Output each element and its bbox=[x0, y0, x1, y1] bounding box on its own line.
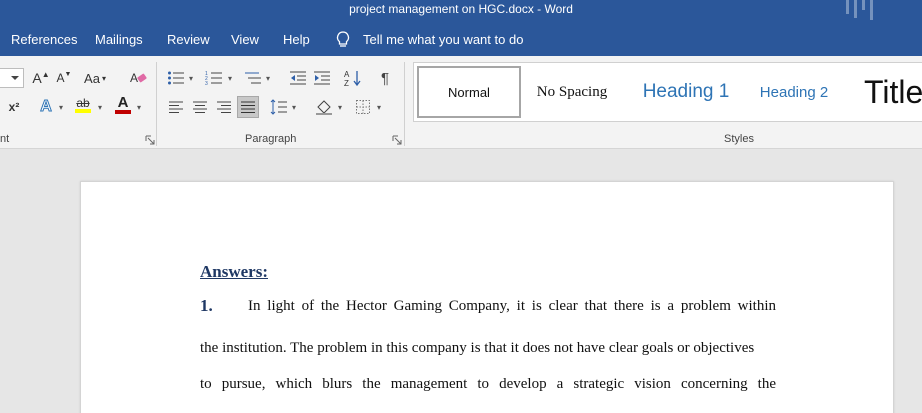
highlight-button[interactable]: ab bbox=[72, 94, 94, 116]
text-effects-button[interactable]: A bbox=[35, 96, 57, 118]
tell-me-search[interactable]: Tell me what you want to do bbox=[363, 32, 523, 47]
decrease-indent-button[interactable] bbox=[287, 67, 309, 89]
tab-review[interactable]: Review bbox=[167, 32, 210, 47]
line-spacing-button[interactable] bbox=[268, 96, 290, 118]
paragraph-dialog-launcher-icon[interactable] bbox=[392, 135, 402, 145]
style-normal[interactable]: Normal bbox=[417, 66, 521, 118]
svg-text:Z: Z bbox=[344, 79, 349, 87]
numbering-button[interactable]: 123 bbox=[203, 67, 225, 89]
shrink-font-button[interactable]: A ▼ bbox=[53, 67, 75, 89]
paragraph-line: In light of the Hector Gaming Company, i… bbox=[248, 298, 776, 314]
answers-heading: Answers: bbox=[200, 262, 268, 281]
superscript-button[interactable]: x² bbox=[3, 96, 25, 118]
numbering-icon: 123 bbox=[205, 71, 222, 86]
borders-icon bbox=[356, 100, 370, 114]
svg-text:3: 3 bbox=[205, 81, 208, 86]
align-right-icon bbox=[217, 101, 231, 113]
decrease-indent-icon bbox=[290, 71, 306, 85]
style-heading-1[interactable]: Heading 1 bbox=[636, 63, 736, 121]
sort-button[interactable]: AZ bbox=[342, 67, 364, 89]
document-page[interactable]: Answers: 1. In light of the Hector Gamin… bbox=[80, 181, 894, 413]
title-bar: project management on HGC.docx - Word bbox=[0, 0, 922, 22]
tab-view[interactable]: View bbox=[231, 32, 259, 47]
font-group-label: nt bbox=[0, 133, 10, 145]
align-left-button[interactable] bbox=[165, 96, 187, 118]
grow-font-button[interactable]: A ▲ bbox=[30, 67, 52, 89]
sort-icon: AZ bbox=[344, 70, 361, 87]
multilevel-list-dropdown[interactable]: ▾ bbox=[266, 75, 274, 83]
text-effects-dropdown[interactable]: ▾ bbox=[59, 104, 67, 112]
line-spacing-dropdown[interactable]: ▾ bbox=[292, 104, 300, 112]
font-dialog-launcher-icon[interactable] bbox=[145, 135, 155, 145]
lightbulb-icon[interactable] bbox=[335, 30, 351, 50]
paragraph-group-label: Paragraph bbox=[245, 133, 297, 145]
window-title: project management on HGC.docx - Word bbox=[349, 2, 573, 16]
style-no-spacing[interactable]: No Spacing bbox=[532, 63, 612, 121]
group-separator bbox=[404, 62, 405, 146]
question-number: 1. bbox=[200, 296, 213, 315]
word-window: project management on HGC.docx - Word Re… bbox=[0, 0, 922, 413]
font-size-dropdown[interactable] bbox=[0, 68, 24, 88]
bullets-button[interactable] bbox=[165, 67, 187, 89]
pilcrow-icon: ¶ bbox=[380, 69, 390, 87]
align-center-icon bbox=[193, 101, 207, 113]
multilevel-list-icon bbox=[245, 72, 261, 84]
bullets-dropdown[interactable]: ▾ bbox=[189, 75, 197, 83]
font-color-bar bbox=[115, 110, 131, 114]
tab-references[interactable]: References bbox=[11, 32, 77, 47]
show-formatting-marks-button[interactable]: ¶ bbox=[374, 67, 396, 89]
increase-indent-button[interactable] bbox=[311, 67, 333, 89]
style-heading-2[interactable]: Heading 2 bbox=[754, 63, 834, 121]
align-left-icon bbox=[169, 101, 183, 113]
borders-button[interactable] bbox=[352, 96, 374, 118]
bullets-icon bbox=[168, 71, 184, 85]
tab-help[interactable]: Help bbox=[283, 32, 310, 47]
highlight-color-bar bbox=[75, 109, 91, 113]
justify-icon bbox=[241, 101, 255, 113]
paragraph-line: to pursue, which blurs the management to… bbox=[200, 376, 776, 392]
line-spacing-icon bbox=[270, 99, 287, 115]
group-separator bbox=[156, 62, 157, 146]
font-color-dropdown[interactable]: ▾ bbox=[137, 104, 145, 112]
ribbon: A ▲ A ▼ Aa ▾ A x² A ▾ ab ▾ A ▾ nt ▾ 1 2 … bbox=[0, 56, 922, 149]
font-color-button[interactable]: A bbox=[112, 94, 134, 116]
paragraph-line: the institution. The problem in this com… bbox=[200, 340, 755, 356]
align-center-button[interactable] bbox=[189, 96, 211, 118]
change-case-button[interactable]: Aa ▾ bbox=[82, 67, 108, 89]
svg-text:A: A bbox=[130, 71, 138, 85]
shading-dropdown[interactable]: ▾ bbox=[338, 104, 346, 112]
tab-mailings[interactable]: Mailings bbox=[95, 32, 143, 47]
shading-button[interactable] bbox=[313, 96, 335, 118]
title-decoration-icon bbox=[846, 0, 873, 20]
styles-group-label: Styles bbox=[724, 133, 754, 145]
increase-indent-icon bbox=[314, 71, 330, 85]
numbering-dropdown[interactable]: ▾ bbox=[228, 75, 236, 83]
paint-bucket-icon bbox=[316, 100, 332, 115]
document-canvas: Answers: 1. In light of the Hector Gamin… bbox=[0, 150, 922, 413]
eraser-icon: A bbox=[130, 71, 147, 85]
justify-button[interactable] bbox=[237, 96, 259, 118]
align-right-button[interactable] bbox=[213, 96, 235, 118]
svg-text:A: A bbox=[344, 70, 350, 79]
highlight-dropdown[interactable]: ▾ bbox=[98, 104, 106, 112]
styles-gallery: Normal No Spacing Heading 1 Heading 2 Ti… bbox=[413, 62, 922, 122]
clear-formatting-button[interactable]: A bbox=[128, 67, 150, 89]
multilevel-list-button[interactable] bbox=[242, 67, 264, 89]
ribbon-tabs: References Mailings Review View Help Tel… bbox=[0, 22, 922, 56]
style-title[interactable]: Title bbox=[864, 63, 922, 121]
borders-dropdown[interactable]: ▾ bbox=[377, 104, 385, 112]
